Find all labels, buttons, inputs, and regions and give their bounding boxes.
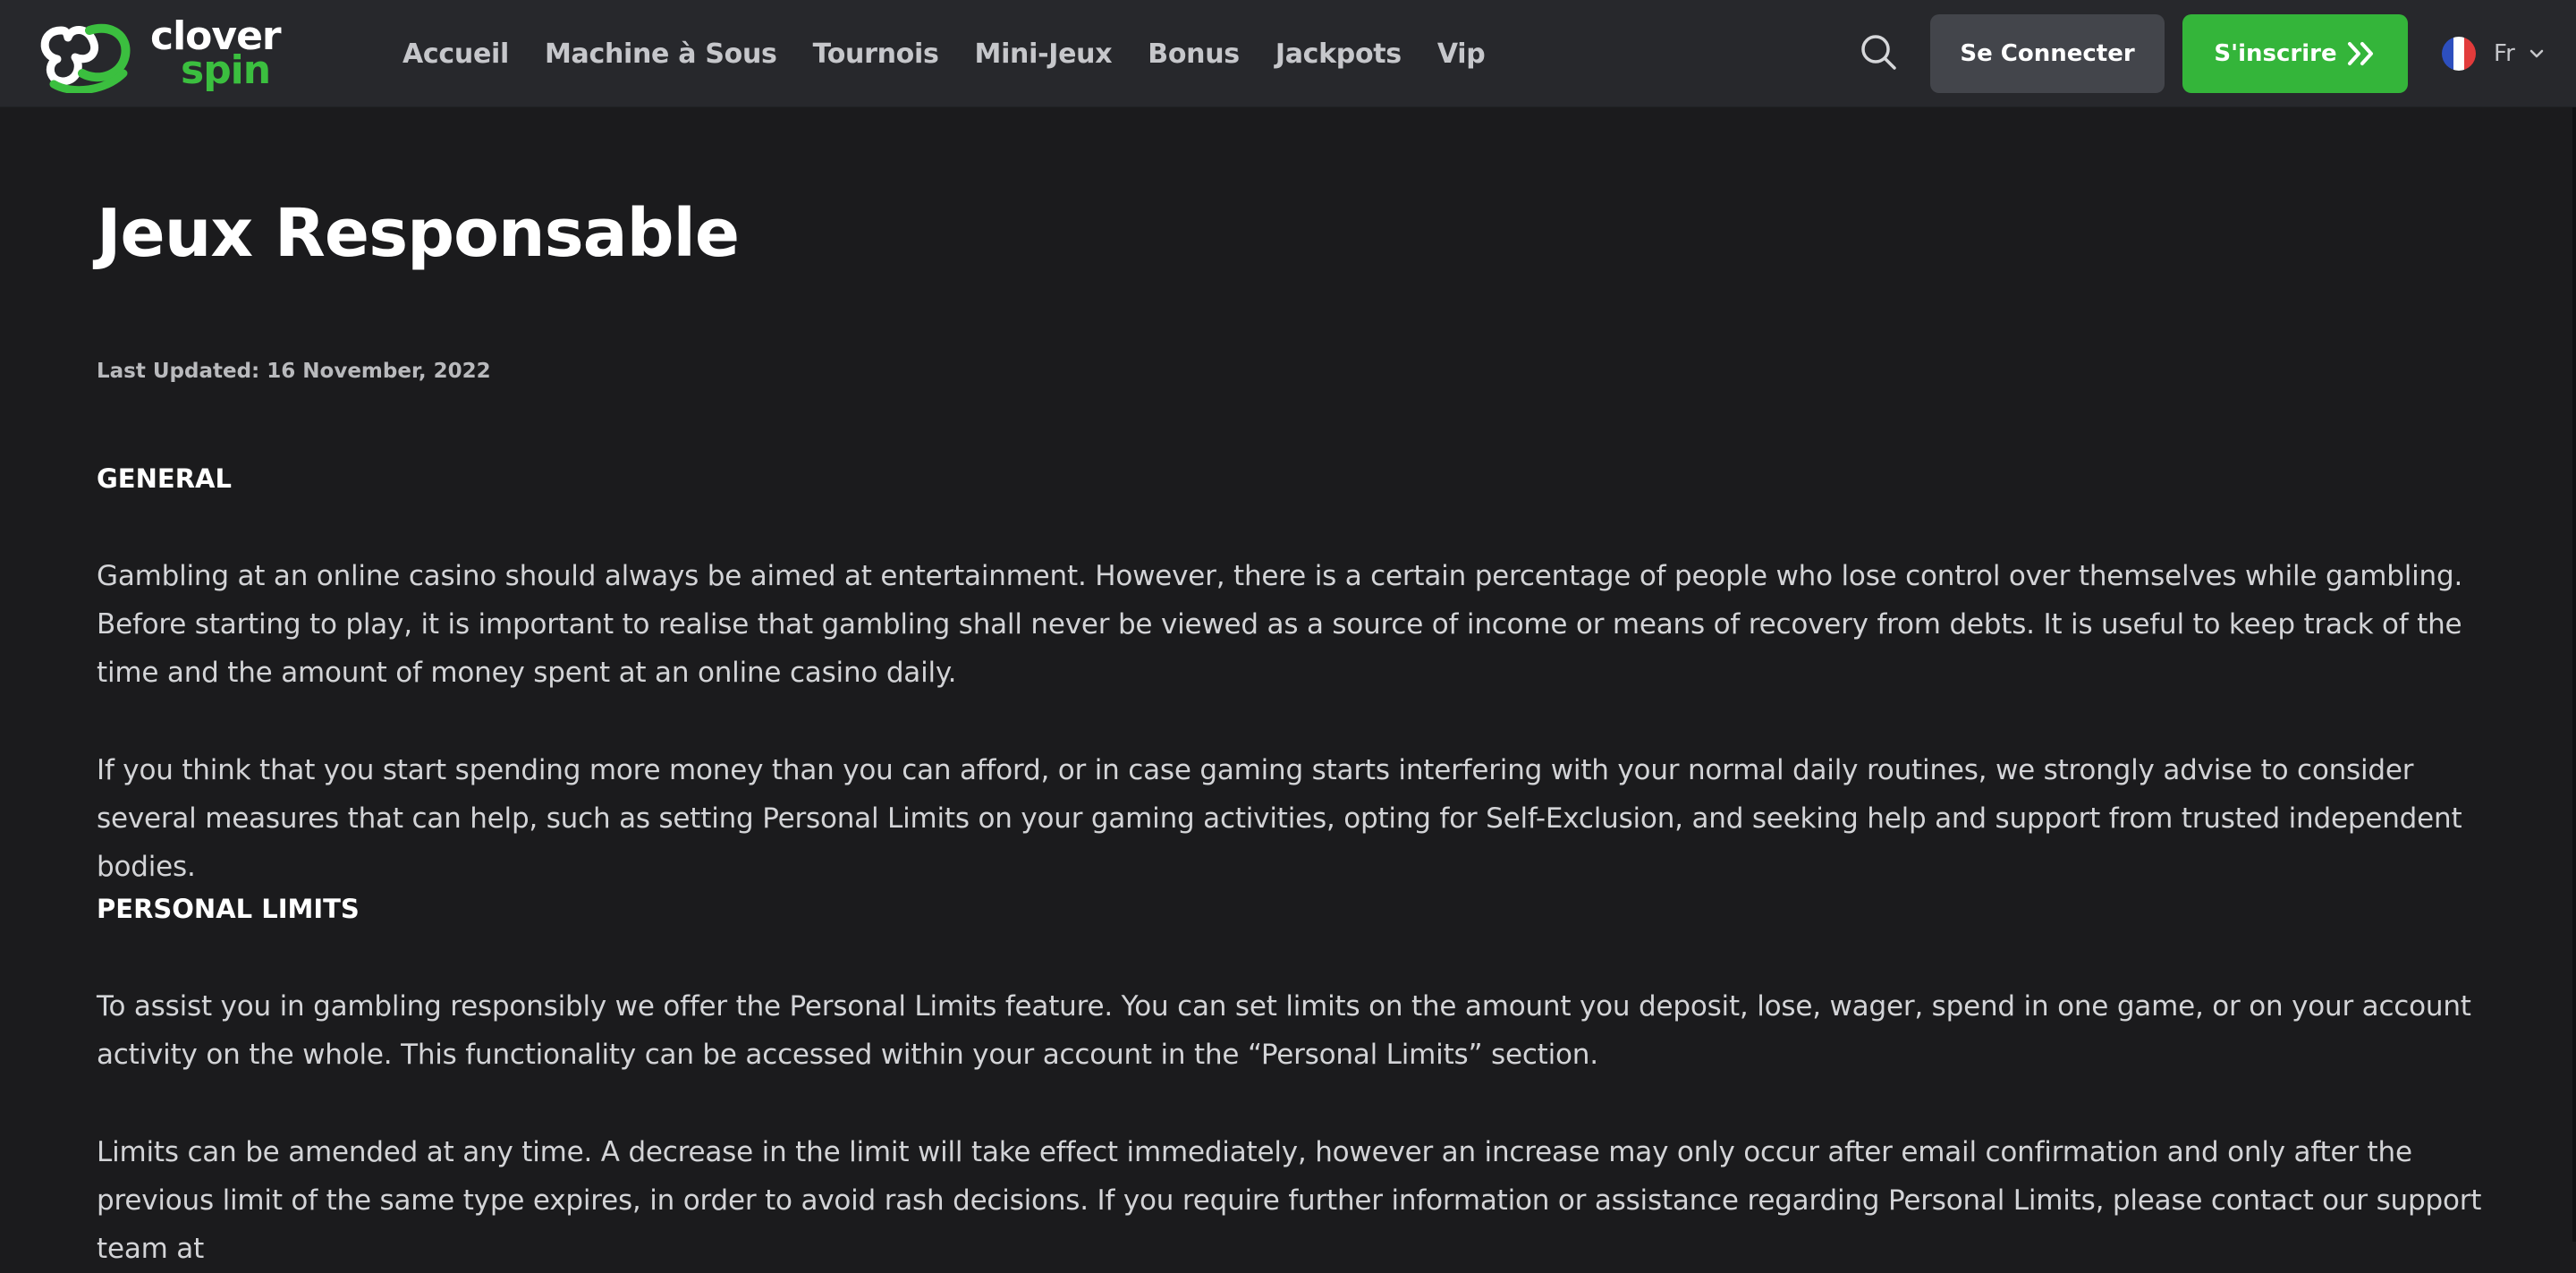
clover-logo-icon bbox=[40, 23, 131, 93]
double-chevron-right-icon bbox=[2347, 42, 2373, 65]
nav-item-accueil[interactable]: Accueil bbox=[402, 38, 509, 70]
login-button-label: Se Connecter bbox=[1960, 40, 2135, 67]
nav-item-jackpots[interactable]: Jackpots bbox=[1275, 38, 1402, 70]
scrollbar-track[interactable] bbox=[2572, 107, 2576, 1242]
chevron-down-icon bbox=[2529, 49, 2544, 58]
france-flag-icon bbox=[2442, 37, 2476, 71]
language-label: Fr bbox=[2494, 40, 2515, 67]
nav-item-mini-jeux[interactable]: Mini-Jeux bbox=[975, 38, 1113, 70]
main-nav: Accueil Machine à Sous Tournois Mini-Jeu… bbox=[402, 0, 1521, 107]
section-heading-general: GENERAL bbox=[97, 463, 232, 494]
general-paragraph-1: Gambling at an online casino should alwa… bbox=[97, 560, 2463, 689]
search-icon bbox=[1861, 35, 1896, 70]
signup-button-label: S'inscrire bbox=[2214, 40, 2337, 67]
logo-wordmark: clover spin bbox=[150, 17, 282, 93]
nav-item-vip[interactable]: Vip bbox=[1437, 38, 1486, 70]
general-paragraph-2: If you think that you start spending mor… bbox=[97, 754, 2462, 883]
logo-word-spin: spin bbox=[181, 47, 271, 93]
page-title: Jeux Responsable bbox=[97, 195, 740, 272]
nav-item-machine-a-sous[interactable]: Machine à Sous bbox=[545, 38, 777, 70]
section-heading-personal-limits: PERSONAL LIMITS bbox=[97, 894, 360, 924]
personal-limits-paragraph-2: Limits can be amended at any time. A dec… bbox=[97, 1136, 2482, 1265]
nav-item-tournois[interactable]: Tournois bbox=[813, 38, 939, 70]
search-button[interactable] bbox=[1859, 32, 1898, 72]
top-header: clover spin Accueil Machine à Sous Tourn… bbox=[0, 0, 2576, 107]
nav-item-bonus[interactable]: Bonus bbox=[1148, 38, 1240, 70]
language-selector[interactable]: Fr bbox=[2442, 34, 2544, 73]
clover-spin-logo[interactable]: clover spin bbox=[36, 14, 322, 93]
login-button[interactable]: Se Connecter bbox=[1930, 14, 2165, 93]
signup-button[interactable]: S'inscrire bbox=[2182, 14, 2408, 93]
personal-limits-paragraph-1: To assist you in gambling responsibly we… bbox=[97, 990, 2471, 1071]
last-updated-date: Last Updated: 16 November, 2022 bbox=[97, 360, 491, 383]
